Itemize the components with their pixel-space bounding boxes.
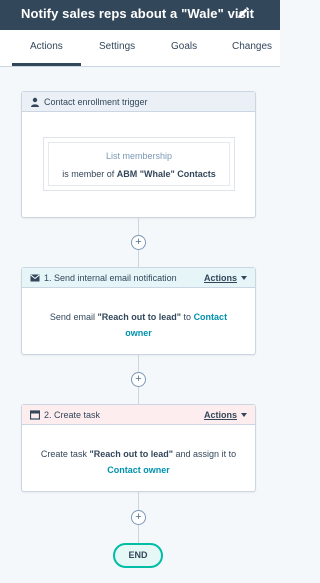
step2-actions-label: Actions: [203, 410, 237, 420]
task-icon: [30, 410, 40, 420]
add-action-button[interactable]: +: [131, 510, 146, 525]
tab-changes[interactable]: Changes: [232, 41, 272, 52]
active-tab-indicator: [12, 63, 81, 66]
workflow-header: Notify sales reps about a "Wale" visit: [0, 0, 280, 30]
step2-actions-dropdown[interactable]: Actions: [204, 410, 247, 420]
send-email-action-card[interactable]: 1. Send internal email notification Acti…: [21, 267, 256, 355]
tab-bar: Actions Settings Goals Changes: [0, 30, 280, 67]
filter-type-label: List membership: [105, 151, 173, 161]
trigger-filter-box: List membership is member of ABM "Whale"…: [48, 142, 230, 186]
person-icon: [31, 97, 39, 107]
step1-actions-dropdown[interactable]: Actions: [204, 273, 247, 283]
step1-text-pre: Send email: [49, 312, 95, 322]
add-action-button[interactable]: +: [131, 372, 146, 387]
pencil-icon[interactable]: [236, 6, 250, 20]
tab-settings[interactable]: Settings: [99, 41, 135, 52]
step1-text-mid: to: [183, 312, 192, 322]
step1-description: Send email "Reach out to lead" to Contac…: [22, 309, 255, 341]
step2-description: Create task "Reach out to lead" and assi…: [22, 446, 255, 478]
step1-header: 1. Send internal email notification Acti…: [22, 268, 255, 288]
step2-text-pre: Create task: [40, 449, 87, 459]
email-name: "Reach out to lead": [97, 312, 182, 322]
condition-prefix: is member of: [62, 169, 115, 179]
filter-condition: is member of ABM "Whale" Contacts: [49, 169, 229, 179]
tab-goals[interactable]: Goals: [171, 41, 197, 52]
envelope-icon: [30, 274, 40, 282]
trigger-title: Contact enrollment trigger: [44, 97, 148, 107]
tab-actions[interactable]: Actions: [30, 41, 63, 52]
step1-title: 1. Send internal email notification: [44, 273, 177, 283]
step2-title: 2. Create task: [44, 410, 101, 420]
chevron-down-icon: [241, 413, 247, 417]
workflow-title: Notify sales reps about a "Wale" visit: [21, 6, 255, 21]
list-name: ABM "Whale" Contacts: [116, 169, 216, 179]
create-task-action-card[interactable]: 2. Create task Actions Create task "Reac…: [21, 404, 256, 492]
trigger-header: Contact enrollment trigger: [22, 92, 255, 112]
step1-actions-label: Actions: [203, 273, 237, 283]
add-action-button[interactable]: +: [131, 235, 146, 250]
workflow-end: END: [113, 543, 163, 568]
step2-text-mid: and assign it to: [175, 449, 237, 459]
enrollment-trigger-card[interactable]: Contact enrollment trigger List membersh…: [21, 91, 256, 218]
assignee-link[interactable]: Contact owner: [107, 465, 170, 475]
task-name: "Reach out to lead": [89, 449, 174, 459]
trigger-filter[interactable]: List membership is member of ABM "Whale"…: [43, 137, 235, 191]
chevron-down-icon: [241, 276, 247, 280]
step2-header: 2. Create task Actions: [22, 405, 255, 425]
